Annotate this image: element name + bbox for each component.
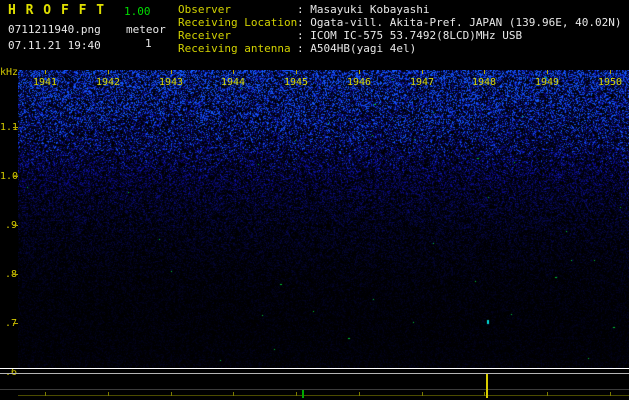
x-axis-tick-label: 1945 xyxy=(283,77,309,88)
level-ref-line xyxy=(0,389,629,390)
x-axis-tick xyxy=(484,70,485,74)
level-minute-tick xyxy=(610,392,611,396)
x-axis-tick-label: 1950 xyxy=(597,77,623,88)
meteor-counter-label: meteor xyxy=(126,23,166,36)
x-axis-tick-label: 1948 xyxy=(471,77,497,88)
x-axis-tick xyxy=(296,70,297,74)
level-minute-tick xyxy=(45,392,46,396)
y-axis-tick xyxy=(13,225,18,226)
frame-line-top xyxy=(0,368,629,369)
info-label: Receiver xyxy=(178,29,231,42)
x-axis-tick xyxy=(233,70,234,74)
level-minute-tick xyxy=(484,392,485,396)
frame-line-second xyxy=(0,373,629,374)
x-axis-tick xyxy=(547,70,548,74)
meteor-echo-spike xyxy=(486,374,488,398)
level-minute-tick xyxy=(296,392,297,396)
level-minute-tick xyxy=(359,392,360,396)
level-minute-tick xyxy=(108,392,109,396)
level-minute-tick xyxy=(422,392,423,396)
level-baseline xyxy=(18,395,629,396)
x-axis-tick xyxy=(45,70,46,74)
x-axis-tick-label: 1944 xyxy=(220,77,246,88)
x-axis-tick-label: 1949 xyxy=(534,77,560,88)
info-separator: : xyxy=(297,29,311,42)
station-info-row: Observer: Masayuki Kobayashi xyxy=(178,3,622,16)
x-axis-tick xyxy=(359,70,360,74)
info-separator: : xyxy=(297,16,311,29)
x-axis-tick-label: 1942 xyxy=(95,77,121,88)
spectrogram-canvas xyxy=(18,70,629,368)
x-axis-tick xyxy=(171,70,172,74)
y-axis-tick xyxy=(13,176,18,177)
x-axis-tick xyxy=(610,70,611,74)
y-axis-unit-label: kHz xyxy=(0,67,19,78)
info-label: Receiving Location xyxy=(178,16,298,29)
y-axis-tick xyxy=(13,127,18,128)
info-value: Masayuki Kobayashi xyxy=(310,3,430,16)
app-title: H R O F F T xyxy=(8,3,106,18)
capture-datetime: 07.11.21 19:40 xyxy=(8,39,101,52)
x-axis-tick xyxy=(422,70,423,74)
app-version: 1.00 xyxy=(124,5,151,18)
output-filename: 0711211940.png xyxy=(8,23,101,36)
station-info-table: Observer: Masayuki Kobayashi Receiving Lo… xyxy=(178,3,622,55)
x-axis-tick-label: 1943 xyxy=(158,77,184,88)
x-axis-tick-label: 1941 xyxy=(32,77,58,88)
level-green-tick xyxy=(302,390,304,398)
info-label: Observer xyxy=(178,3,231,16)
info-value: A504HB(yagi 4el) xyxy=(310,42,417,55)
x-axis-tick xyxy=(108,70,109,74)
info-value: ICOM IC-575 53.7492(8LCD)MHz USB xyxy=(310,29,523,42)
station-info-row: Receiving Location: Ogata-vill. Akita-Pr… xyxy=(178,16,622,29)
x-axis-tick-label: 1947 xyxy=(409,77,435,88)
info-separator: : xyxy=(297,42,311,55)
level-minute-tick xyxy=(233,392,234,396)
y-axis-tick xyxy=(13,274,18,275)
level-minute-tick xyxy=(171,392,172,396)
meteor-counter-value: 1 xyxy=(145,37,152,50)
info-label: Receiving antenna xyxy=(178,42,291,55)
hrofft-output-window: H R O F F T 1.00 0711211940.png meteor 1… xyxy=(0,0,629,400)
x-axis-tick-label: 1946 xyxy=(346,77,372,88)
station-info-row: Receiving antenna: A504HB(yagi 4el) xyxy=(178,42,622,55)
station-info-row: Receiver: ICOM IC-575 53.7492(8LCD)MHz U… xyxy=(178,29,622,42)
y-axis-tick xyxy=(13,323,18,324)
info-separator: : xyxy=(297,3,311,16)
level-minute-tick xyxy=(547,392,548,396)
info-value: Ogata-vill. Akita-Pref. JAPAN (139.96E, … xyxy=(310,16,622,29)
